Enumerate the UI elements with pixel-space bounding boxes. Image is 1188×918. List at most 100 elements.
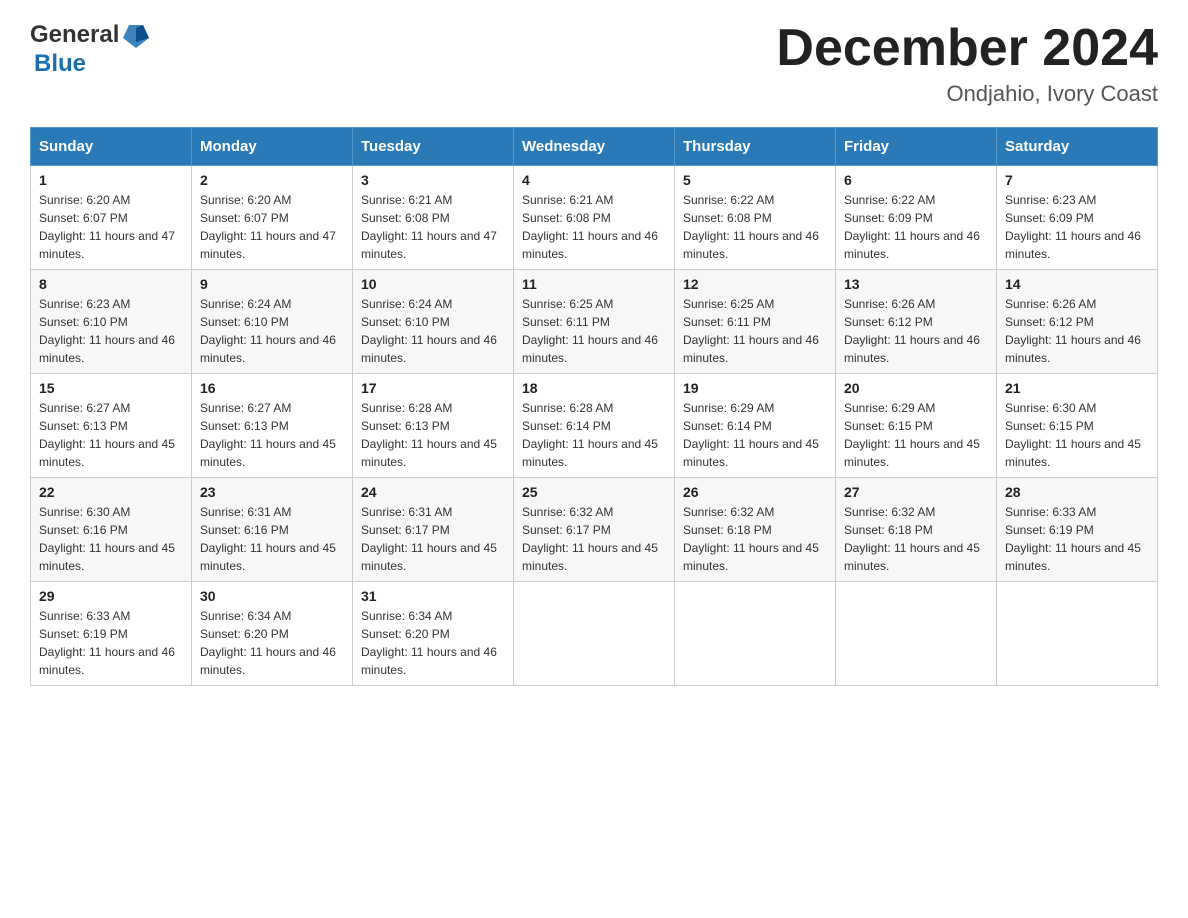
day-info: Sunrise: 6:24 AM Sunset: 6:10 PM Dayligh… xyxy=(200,295,344,367)
calendar-cell: 2 Sunrise: 6:20 AM Sunset: 6:07 PM Dayli… xyxy=(192,166,353,270)
day-number: 24 xyxy=(361,484,505,500)
calendar-cell: 31 Sunrise: 6:34 AM Sunset: 6:20 PM Dayl… xyxy=(353,582,514,686)
calendar-cell: 13 Sunrise: 6:26 AM Sunset: 6:12 PM Dayl… xyxy=(836,270,997,374)
logo: General Blue xyxy=(30,20,153,78)
calendar-cell: 17 Sunrise: 6:28 AM Sunset: 6:13 PM Dayl… xyxy=(353,374,514,478)
calendar-cell: 21 Sunrise: 6:30 AM Sunset: 6:15 PM Dayl… xyxy=(997,374,1158,478)
day-number: 17 xyxy=(361,380,505,396)
day-info: Sunrise: 6:25 AM Sunset: 6:11 PM Dayligh… xyxy=(522,295,666,367)
day-info: Sunrise: 6:29 AM Sunset: 6:14 PM Dayligh… xyxy=(683,399,827,471)
day-number: 1 xyxy=(39,172,183,188)
calendar-cell: 23 Sunrise: 6:31 AM Sunset: 6:16 PM Dayl… xyxy=(192,478,353,582)
calendar-cell: 28 Sunrise: 6:33 AM Sunset: 6:19 PM Dayl… xyxy=(997,478,1158,582)
calendar-week-row: 8 Sunrise: 6:23 AM Sunset: 6:10 PM Dayli… xyxy=(31,270,1158,374)
calendar-cell: 20 Sunrise: 6:29 AM Sunset: 6:15 PM Dayl… xyxy=(836,374,997,478)
day-info: Sunrise: 6:23 AM Sunset: 6:09 PM Dayligh… xyxy=(1005,191,1149,263)
day-number: 30 xyxy=(200,588,344,604)
day-info: Sunrise: 6:29 AM Sunset: 6:15 PM Dayligh… xyxy=(844,399,988,471)
day-number: 20 xyxy=(844,380,988,396)
day-info: Sunrise: 6:21 AM Sunset: 6:08 PM Dayligh… xyxy=(522,191,666,263)
header-tuesday: Tuesday xyxy=(353,128,514,166)
calendar-cell: 10 Sunrise: 6:24 AM Sunset: 6:10 PM Dayl… xyxy=(353,270,514,374)
calendar-title: December 2024 xyxy=(776,20,1158,77)
day-info: Sunrise: 6:32 AM Sunset: 6:18 PM Dayligh… xyxy=(844,503,988,575)
calendar-week-row: 1 Sunrise: 6:20 AM Sunset: 6:07 PM Dayli… xyxy=(31,166,1158,270)
day-number: 26 xyxy=(683,484,827,500)
day-info: Sunrise: 6:28 AM Sunset: 6:13 PM Dayligh… xyxy=(361,399,505,471)
day-number: 31 xyxy=(361,588,505,604)
calendar-cell: 6 Sunrise: 6:22 AM Sunset: 6:09 PM Dayli… xyxy=(836,166,997,270)
header-saturday: Saturday xyxy=(997,128,1158,166)
calendar-table: Sunday Monday Tuesday Wednesday Thursday… xyxy=(30,127,1158,686)
day-number: 8 xyxy=(39,276,183,292)
day-number: 14 xyxy=(1005,276,1149,292)
day-number: 4 xyxy=(522,172,666,188)
day-info: Sunrise: 6:30 AM Sunset: 6:16 PM Dayligh… xyxy=(39,503,183,575)
day-info: Sunrise: 6:22 AM Sunset: 6:09 PM Dayligh… xyxy=(844,191,988,263)
calendar-cell: 4 Sunrise: 6:21 AM Sunset: 6:08 PM Dayli… xyxy=(514,166,675,270)
day-info: Sunrise: 6:27 AM Sunset: 6:13 PM Dayligh… xyxy=(200,399,344,471)
logo-general-text: General xyxy=(30,21,119,49)
calendar-cell: 19 Sunrise: 6:29 AM Sunset: 6:14 PM Dayl… xyxy=(675,374,836,478)
day-info: Sunrise: 6:32 AM Sunset: 6:17 PM Dayligh… xyxy=(522,503,666,575)
calendar-cell: 15 Sunrise: 6:27 AM Sunset: 6:13 PM Dayl… xyxy=(31,374,192,478)
day-info: Sunrise: 6:23 AM Sunset: 6:10 PM Dayligh… xyxy=(39,295,183,367)
day-number: 2 xyxy=(200,172,344,188)
header-monday: Monday xyxy=(192,128,353,166)
header-thursday: Thursday xyxy=(675,128,836,166)
day-number: 7 xyxy=(1005,172,1149,188)
day-info: Sunrise: 6:34 AM Sunset: 6:20 PM Dayligh… xyxy=(361,607,505,679)
calendar-subtitle: Ondjahio, Ivory Coast xyxy=(776,81,1158,107)
calendar-cell xyxy=(675,582,836,686)
day-info: Sunrise: 6:26 AM Sunset: 6:12 PM Dayligh… xyxy=(1005,295,1149,367)
day-number: 27 xyxy=(844,484,988,500)
calendar-cell: 1 Sunrise: 6:20 AM Sunset: 6:07 PM Dayli… xyxy=(31,166,192,270)
day-info: Sunrise: 6:20 AM Sunset: 6:07 PM Dayligh… xyxy=(200,191,344,263)
calendar-cell: 30 Sunrise: 6:34 AM Sunset: 6:20 PM Dayl… xyxy=(192,582,353,686)
day-info: Sunrise: 6:26 AM Sunset: 6:12 PM Dayligh… xyxy=(844,295,988,367)
day-number: 9 xyxy=(200,276,344,292)
header-friday: Friday xyxy=(836,128,997,166)
day-number: 23 xyxy=(200,484,344,500)
calendar-week-row: 15 Sunrise: 6:27 AM Sunset: 6:13 PM Dayl… xyxy=(31,374,1158,478)
day-number: 29 xyxy=(39,588,183,604)
page-header: General Blue December 2024 Ondjahio, Ivo… xyxy=(30,20,1158,107)
day-number: 5 xyxy=(683,172,827,188)
logo-icon xyxy=(121,20,151,50)
day-info: Sunrise: 6:22 AM Sunset: 6:08 PM Dayligh… xyxy=(683,191,827,263)
day-number: 25 xyxy=(522,484,666,500)
calendar-cell: 5 Sunrise: 6:22 AM Sunset: 6:08 PM Dayli… xyxy=(675,166,836,270)
day-number: 16 xyxy=(200,380,344,396)
day-number: 13 xyxy=(844,276,988,292)
calendar-cell: 27 Sunrise: 6:32 AM Sunset: 6:18 PM Dayl… xyxy=(836,478,997,582)
header-sunday: Sunday xyxy=(31,128,192,166)
calendar-cell: 22 Sunrise: 6:30 AM Sunset: 6:16 PM Dayl… xyxy=(31,478,192,582)
calendar-cell: 3 Sunrise: 6:21 AM Sunset: 6:08 PM Dayli… xyxy=(353,166,514,270)
day-info: Sunrise: 6:20 AM Sunset: 6:07 PM Dayligh… xyxy=(39,191,183,263)
day-number: 15 xyxy=(39,380,183,396)
day-info: Sunrise: 6:34 AM Sunset: 6:20 PM Dayligh… xyxy=(200,607,344,679)
calendar-cell: 18 Sunrise: 6:28 AM Sunset: 6:14 PM Dayl… xyxy=(514,374,675,478)
day-info: Sunrise: 6:31 AM Sunset: 6:17 PM Dayligh… xyxy=(361,503,505,575)
calendar-week-row: 29 Sunrise: 6:33 AM Sunset: 6:19 PM Dayl… xyxy=(31,582,1158,686)
calendar-cell xyxy=(514,582,675,686)
day-number: 28 xyxy=(1005,484,1149,500)
day-number: 6 xyxy=(844,172,988,188)
calendar-cell: 9 Sunrise: 6:24 AM Sunset: 6:10 PM Dayli… xyxy=(192,270,353,374)
weekday-header-row: Sunday Monday Tuesday Wednesday Thursday… xyxy=(31,128,1158,166)
title-block: December 2024 Ondjahio, Ivory Coast xyxy=(776,20,1158,107)
calendar-cell: 14 Sunrise: 6:26 AM Sunset: 6:12 PM Dayl… xyxy=(997,270,1158,374)
day-info: Sunrise: 6:31 AM Sunset: 6:16 PM Dayligh… xyxy=(200,503,344,575)
day-info: Sunrise: 6:33 AM Sunset: 6:19 PM Dayligh… xyxy=(39,607,183,679)
calendar-cell: 29 Sunrise: 6:33 AM Sunset: 6:19 PM Dayl… xyxy=(31,582,192,686)
calendar-cell: 8 Sunrise: 6:23 AM Sunset: 6:10 PM Dayli… xyxy=(31,270,192,374)
calendar-cell: 7 Sunrise: 6:23 AM Sunset: 6:09 PM Dayli… xyxy=(997,166,1158,270)
day-number: 18 xyxy=(522,380,666,396)
header-wednesday: Wednesday xyxy=(514,128,675,166)
day-info: Sunrise: 6:25 AM Sunset: 6:11 PM Dayligh… xyxy=(683,295,827,367)
day-info: Sunrise: 6:33 AM Sunset: 6:19 PM Dayligh… xyxy=(1005,503,1149,575)
day-info: Sunrise: 6:27 AM Sunset: 6:13 PM Dayligh… xyxy=(39,399,183,471)
day-info: Sunrise: 6:32 AM Sunset: 6:18 PM Dayligh… xyxy=(683,503,827,575)
day-info: Sunrise: 6:30 AM Sunset: 6:15 PM Dayligh… xyxy=(1005,399,1149,471)
day-info: Sunrise: 6:24 AM Sunset: 6:10 PM Dayligh… xyxy=(361,295,505,367)
